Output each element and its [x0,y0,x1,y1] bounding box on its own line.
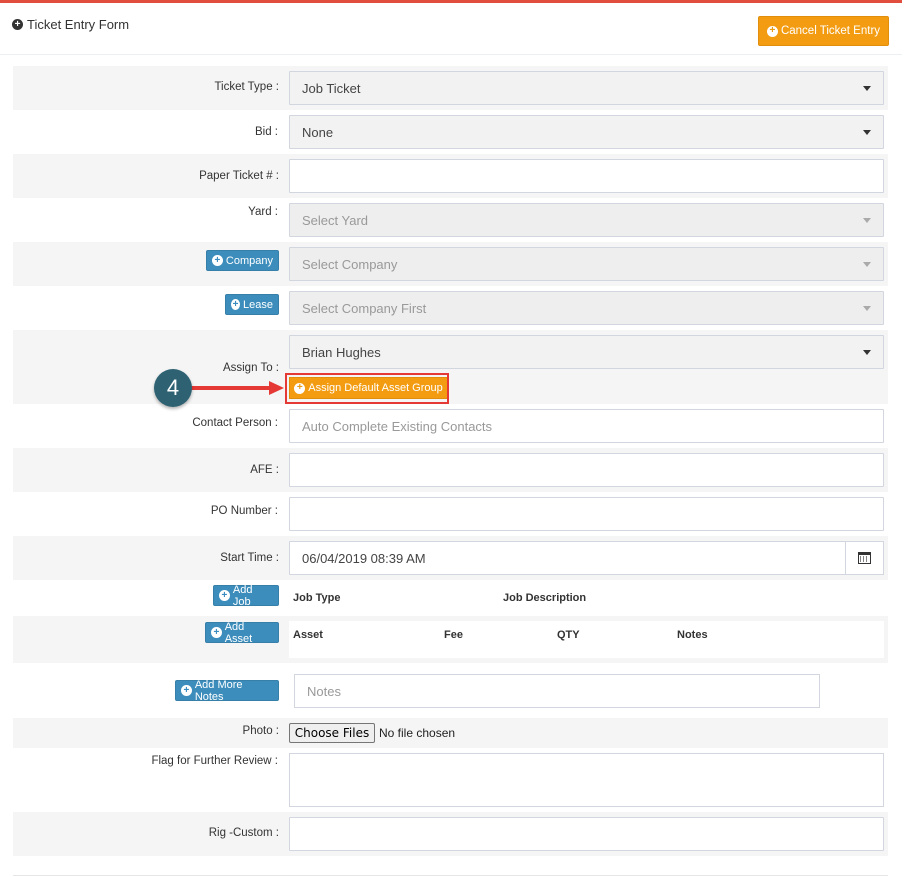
plus-circle-icon: + [219,590,230,601]
yard-select[interactable]: Select Yard [289,203,884,237]
qty-header: QTY [557,629,580,641]
plus-circle-icon: + [12,19,23,30]
start-time-label: Start Time : [220,552,279,564]
add-more-notes-button[interactable]: + Add More Notes [175,678,279,703]
caret-down-icon [863,130,871,135]
add-lease-button[interactable]: + Lease [225,294,279,315]
file-status: No file chosen [379,726,456,740]
plus-circle-icon: + [211,627,222,638]
add-company-button[interactable]: + Company [206,250,279,271]
divider [13,875,888,876]
fee-header: Fee [444,629,463,641]
start-time-value: 06/04/2019 08:39 AM [302,550,426,566]
rig-custom-input[interactable] [289,817,884,851]
rig-custom-label: Rig -Custom : [208,827,279,839]
contact-person-label: Contact Person : [192,417,278,429]
callout-arrow-head [269,381,284,395]
assign-to-label: Assign To : [222,362,279,374]
panel-title: + Ticket Entry Form [12,17,129,32]
assign-to-value: Brian Hughes [302,344,381,360]
photo-label: Photo : [242,725,279,737]
callout-arrow [191,386,271,390]
paper-ticket-label: Paper Ticket # : [199,170,279,182]
add-company-label: Company [225,254,273,267]
choose-files-button[interactable]: Choose Files [289,723,375,743]
company-select[interactable]: Select Company [289,247,884,281]
po-number-input[interactable] [289,497,884,531]
ticket-type-value: Job Ticket [302,80,361,96]
plus-circle-icon: + [231,298,241,310]
notes-placeholder: Notes [307,683,341,699]
notes-input[interactable]: Notes [294,674,820,708]
caret-down-icon [863,306,871,311]
afe-input[interactable] [289,453,884,487]
add-asset-label: Add Asset [224,620,253,645]
bid-value: None [302,124,334,140]
asset-table [289,621,884,658]
contact-person-placeholder: Auto Complete Existing Contacts [302,418,493,434]
job-type-header: Job Type [293,592,341,604]
start-time-input[interactable]: 06/04/2019 08:39 AM [289,541,846,575]
callout-highlight-box [285,373,449,404]
panel-title-text: Ticket Entry Form [27,17,130,32]
lease-select[interactable]: Select Company First [289,291,884,325]
ticket-type-label: Ticket Type : [214,81,279,93]
paper-ticket-input[interactable] [289,159,884,193]
bid-label: Bid : [254,126,278,138]
plus-circle-icon: + [212,255,223,266]
caret-down-icon [863,86,871,91]
caret-down-icon [863,350,871,355]
ticket-type-select[interactable]: Job Ticket [289,71,884,105]
add-job-label: Add Job [232,583,253,608]
afe-label: AFE : [250,464,279,476]
flag-review-textarea[interactable] [289,753,884,807]
assign-to-select[interactable]: Brian Hughes [289,335,884,369]
ticket-entry-panel: + Ticket Entry Form + Cancel Ticket Entr… [0,0,902,877]
job-description-header: Job Description [503,592,587,604]
plus-circle-icon: + [766,25,778,37]
add-lease-label: Lease [243,298,273,311]
choose-files-label: Choose Files [294,726,370,740]
cancel-ticket-entry-button[interactable]: + Cancel Ticket Entry [758,16,889,46]
bid-select[interactable]: None [289,115,884,149]
cancel-ticket-entry-label: Cancel Ticket Entry [780,25,881,37]
company-placeholder: Select Company [302,256,398,272]
asset-header: Asset [293,629,323,641]
lease-placeholder: Select Company First [302,300,427,316]
flag-review-label: Flag for Further Review : [151,755,278,767]
step-badge: 4 [154,369,192,407]
caret-down-icon [863,218,871,223]
yard-label: Yard : [248,206,278,218]
calendar-icon [858,552,871,564]
notes-header: Notes [677,629,708,641]
yard-placeholder: Select Yard [302,212,369,228]
add-more-notes-label: Add More Notes [194,678,243,703]
caret-down-icon [863,262,871,267]
po-number-label: PO Number : [210,505,278,517]
panel-header: + Ticket Entry Form + Cancel Ticket Entr… [0,3,902,55]
contact-person-input[interactable]: Auto Complete Existing Contacts [289,409,884,443]
calendar-button[interactable] [845,541,884,575]
plus-circle-icon: + [181,685,192,696]
add-asset-button[interactable]: + Add Asset [205,620,279,645]
add-job-button[interactable]: + Add Job [213,583,279,608]
